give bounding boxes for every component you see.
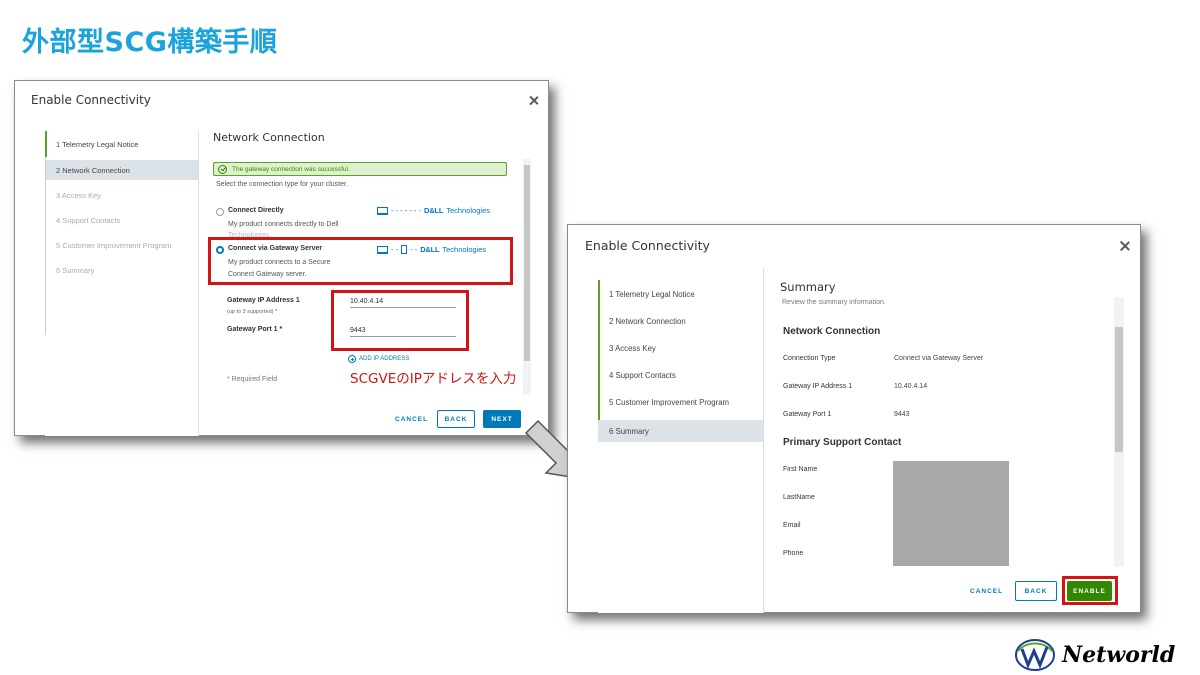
dashed-line: - - - - - - - (391, 206, 421, 215)
section-title: Network Connection (213, 131, 325, 144)
networld-emblem-icon (1015, 639, 1055, 671)
radio-connect-directly[interactable] (216, 208, 224, 216)
gateway-port-label: Gateway Port 1 (783, 411, 832, 418)
wizard-steps-nav: 1 Telemetry Legal Notice 2 Network Conne… (45, 131, 199, 436)
enable-connectivity-dialog-summary: Enable Connectivity 1 Telemetry Legal No… (567, 224, 1141, 613)
dell-logo: D&LL (424, 206, 444, 215)
success-alert: The gateway connection was successful. (213, 162, 507, 176)
wizard-steps-nav: 1 Telemetry Legal Notice 2 Network Conne… (598, 268, 764, 613)
highlight-ip-fields (331, 290, 469, 351)
step-telemetry-legal-notice[interactable]: 1 Telemetry Legal Notice (45, 133, 198, 155)
primary-support-contact-heading: Primary Support Contact (783, 437, 902, 448)
first-name-label: First Name (783, 466, 818, 473)
annotation-text: SCGVEのIPアドレスを入力 (350, 371, 517, 387)
highlight-gateway-option (208, 237, 513, 285)
option-direct-desc: My product connects directly to Dell (228, 221, 339, 228)
gateway-ip-label: Gateway IP Address 1 (783, 383, 853, 390)
step-summary: 6 Summary (56, 265, 95, 275)
last-name-label: LastName (783, 494, 815, 501)
slide-title: 外部型SCG構築手順 (22, 27, 278, 58)
close-icon[interactable] (528, 95, 537, 106)
step-support-contacts[interactable]: 4 Support Contacts (598, 364, 763, 386)
scrollbar[interactable] (523, 159, 531, 395)
network-connection-heading: Network Connection (783, 326, 881, 337)
scrollbar[interactable] (1114, 297, 1124, 567)
back-button[interactable]: BACK (1015, 581, 1057, 601)
logo-text: Networld (1062, 642, 1176, 668)
add-ip-label: ADD IP ADDRESS (359, 356, 410, 362)
gateway-ip-value: 10.40.4.14 (894, 383, 928, 390)
back-button[interactable]: BACK (437, 410, 475, 428)
instruction-text: Select the connection type for your clus… (216, 181, 348, 188)
email-label: Email (783, 522, 801, 529)
direct-diagram: - - - - - - - D&LL Technologies (377, 206, 490, 215)
summary-subtitle: Review the summary information. (782, 299, 886, 306)
close-icon[interactable] (1119, 240, 1129, 252)
cancel-button[interactable]: CANCEL (395, 416, 428, 423)
step-customer-improvement-program: 5 Customer Improvement Program (56, 240, 172, 250)
step-support-contacts: 4 Support Contacts (56, 215, 121, 225)
gateway-port-label: Gateway Port 1 * (227, 326, 283, 333)
option-direct-title: Connect Directly (228, 207, 284, 214)
step-customer-improvement-program[interactable]: 5 Customer Improvement Program (598, 391, 763, 413)
laptop-icon (377, 206, 388, 215)
next-button[interactable]: NEXT (483, 410, 521, 428)
check-circle-icon (218, 164, 227, 174)
success-message: The gateway connection was successful. (232, 165, 350, 173)
section-title: Summary (780, 280, 836, 294)
networld-logo: Networld (1014, 637, 1175, 673)
scrollbar-thumb[interactable] (1115, 327, 1123, 452)
gateway-port-value: 9443 (894, 411, 910, 418)
step-access-key: 3 Access Key (56, 190, 102, 200)
step-network-connection[interactable]: 2 Network Connection (598, 310, 763, 332)
redacted-contact-info (893, 461, 1009, 566)
scrollbar-thumb[interactable] (524, 165, 530, 361)
dialog-title: Enable Connectivity (585, 238, 710, 253)
cancel-button[interactable]: CANCEL (970, 588, 1003, 595)
step-summary[interactable]: 6 Summary (598, 420, 763, 442)
step-access-key[interactable]: 3 Access Key (598, 337, 763, 359)
connection-type-value: Connect via Gateway Server (894, 355, 984, 362)
required-note: * Required Field (227, 376, 278, 383)
add-ip-address-link[interactable]: ADD IP ADDRESS (348, 355, 409, 363)
step-network-connection[interactable]: 2 Network Connection (45, 160, 198, 180)
gateway-ip-sublabel: (up to 3 supported) * (227, 309, 278, 315)
connection-type-label: Connection Type (783, 355, 836, 362)
add-circle-icon (348, 355, 356, 363)
technologies-text: Technologies (446, 206, 490, 215)
gateway-ip-label: Gateway IP Address 1 (227, 297, 300, 304)
dialog-title: Enable Connectivity (31, 93, 151, 107)
nav-divider (45, 157, 46, 335)
step-telemetry-legal-notice[interactable]: 1 Telemetry Legal Notice (598, 283, 763, 305)
highlight-enable-button (1062, 576, 1118, 605)
phone-label: Phone (783, 550, 804, 557)
